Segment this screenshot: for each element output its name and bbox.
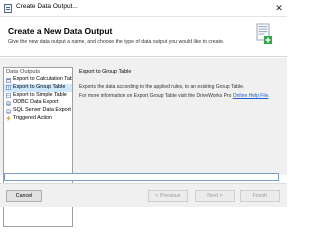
title-bar: Create Data Output... ✕ bbox=[0, 0, 287, 17]
tree-item-sql-server-data-export[interactable]: SQL Server Data Export bbox=[4, 107, 72, 115]
more-info-suffix: . bbox=[268, 93, 270, 99]
output-name-input[interactable] bbox=[4, 173, 279, 181]
header-title: Create a New Data Output bbox=[8, 26, 113, 36]
tree-root-label: Data Outputs bbox=[6, 69, 41, 75]
sql-server-icon bbox=[6, 108, 11, 114]
more-info-prefix: For more information on Export Group Tab… bbox=[79, 93, 233, 99]
finish-button[interactable]: Finish bbox=[240, 190, 280, 202]
group-table-icon bbox=[6, 85, 11, 91]
window-title: Create Data Output... bbox=[16, 3, 78, 10]
app-icon bbox=[4, 4, 12, 13]
tree-item-label: Triggered Action bbox=[13, 114, 53, 121]
calculation-icon bbox=[6, 77, 11, 83]
detail-more-info: For more information on Export Group Tab… bbox=[79, 93, 270, 99]
tree-item-label: ODBC Data Export bbox=[13, 99, 59, 106]
tree-item-export-calculation-tab[interactable]: Export to Calculation Tab bbox=[4, 76, 73, 84]
detail-description: Exports the data according to the applie… bbox=[79, 84, 245, 90]
triggered-action-icon bbox=[6, 116, 11, 122]
odbc-icon bbox=[6, 100, 11, 106]
tree-list: Export to Calculation Tab Export to Grou… bbox=[4, 76, 73, 123]
tree-item-export-group-table[interactable]: Export to Group Table bbox=[4, 83, 72, 92]
previous-button[interactable]: < Previous bbox=[148, 190, 188, 202]
simple-table-icon bbox=[6, 93, 11, 99]
tree-item-label: Export to Calculation Tab bbox=[13, 76, 73, 82]
wizard-header: Create a New Data Output Give the new da… bbox=[0, 17, 287, 57]
close-button[interactable]: ✕ bbox=[274, 3, 284, 13]
cancel-button[interactable]: Cancel bbox=[6, 190, 42, 202]
wizard-data-output-icon bbox=[256, 23, 272, 44]
wizard-footer: Cancel < Previous Next > Finish bbox=[0, 183, 287, 207]
tree-item-export-simple-table[interactable]: Export to Simple Table bbox=[4, 91, 72, 100]
tree-item-label: Export to Group Table bbox=[13, 83, 66, 90]
header-description: Give the new data output a name, and cho… bbox=[8, 39, 225, 45]
tree-item-label: SQL Server Data Export bbox=[13, 107, 71, 114]
detail-title: Export to Group Table bbox=[79, 69, 132, 75]
online-help-link[interactable]: Online Help File bbox=[233, 93, 269, 99]
tree-item-odbc-data-export[interactable]: ODBC Data Export bbox=[4, 99, 72, 107]
next-button[interactable]: Next > bbox=[195, 190, 235, 202]
tree-item-label: Export to Simple Table bbox=[13, 91, 67, 98]
wizard-content: Data Outputs Export to Calculation Tab E… bbox=[0, 58, 287, 227]
tree-item-triggered-action[interactable]: Triggered Action bbox=[4, 114, 72, 123]
